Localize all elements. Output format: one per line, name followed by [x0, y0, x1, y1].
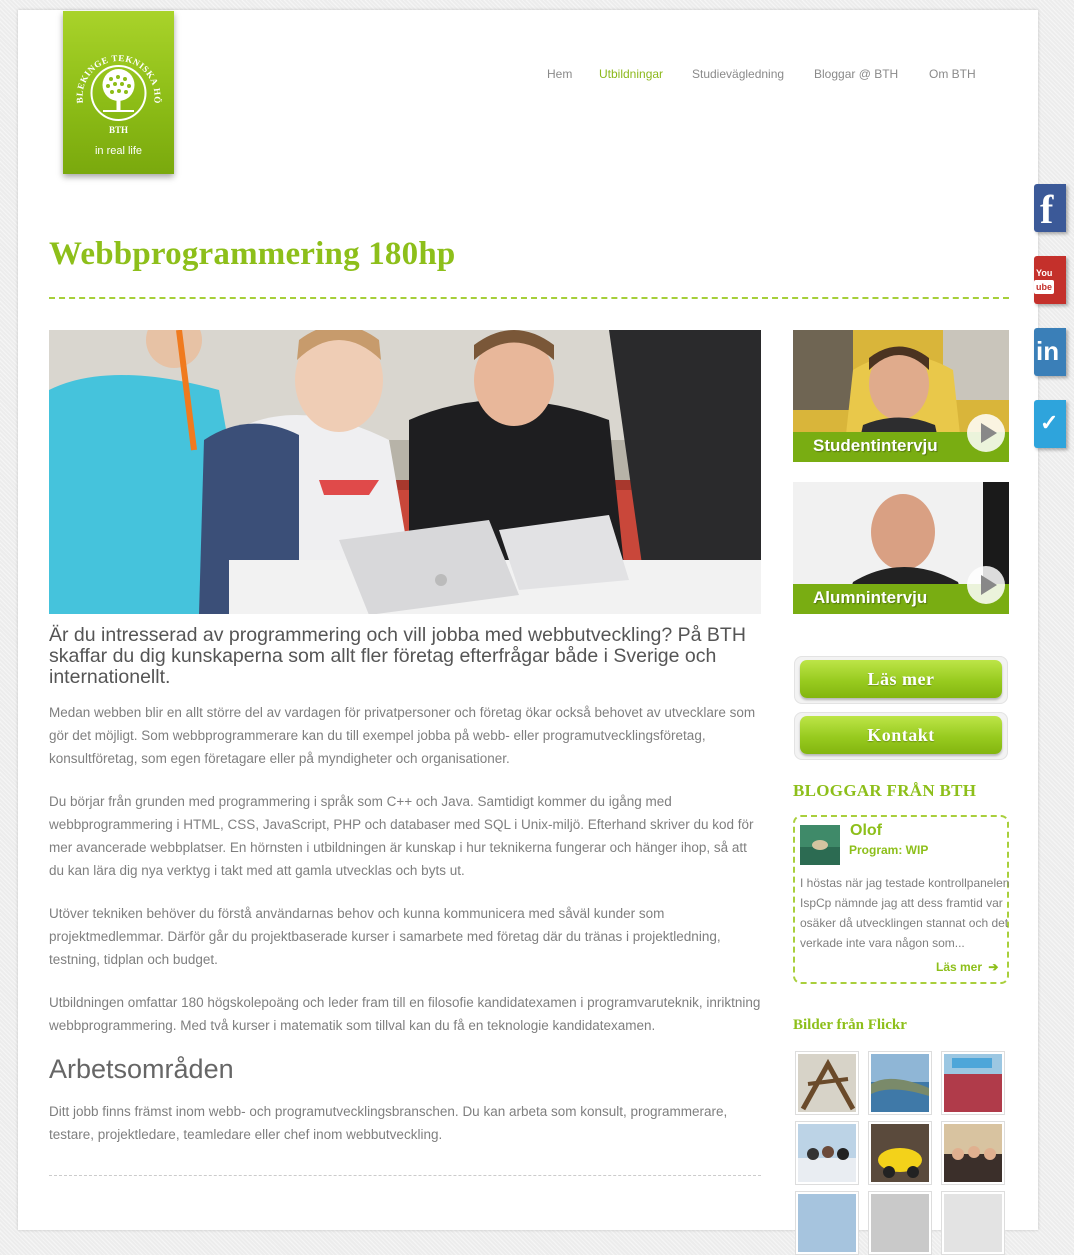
nav-bloggar[interactable]: Bloggar @ BTH	[814, 67, 898, 81]
flickr-photo[interactable]	[941, 1051, 1005, 1115]
body-paragraph-3: Utöver tekniken behöver du förstå använd…	[49, 906, 721, 967]
nav-utbildningar[interactable]: Utbildningar	[599, 67, 663, 81]
youtube-icon[interactable]: ube You	[1034, 256, 1066, 304]
flickr-photo[interactable]	[941, 1191, 1005, 1255]
section-paragraph: Ditt jobb finns främst inom webb- och pr…	[49, 1104, 728, 1142]
play-icon[interactable]	[967, 566, 1005, 604]
play-icon[interactable]	[967, 414, 1005, 452]
svg-text:BTH: BTH	[109, 125, 128, 135]
blogs-heading: BLOGGAR FRÅN BTH	[793, 781, 977, 800]
blog-excerpt: I höstas när jag testade kontrollpanelen…	[800, 876, 1010, 950]
contact-button[interactable]: Kontakt	[800, 716, 1002, 754]
blog-read-more-link[interactable]: Läs mer ➔	[936, 960, 998, 974]
body-paragraph-1: Medan webben blir en allt större del av …	[49, 705, 756, 766]
logo-tagline: in real life	[94, 145, 143, 157]
flickr-heading: Bilder från Flickr	[793, 1017, 907, 1033]
lead-paragraph: Är du intresserad av programmering och v…	[49, 624, 746, 688]
bottom-divider	[49, 1175, 761, 1176]
flickr-photo[interactable]	[868, 1191, 932, 1255]
nav-om-bth[interactable]: Om BTH	[929, 67, 976, 81]
blog-avatar	[800, 825, 840, 865]
arrow-right-icon: ➔	[988, 960, 999, 974]
linkedin-icon[interactable]: in	[1034, 328, 1066, 376]
flickr-photo[interactable]	[941, 1121, 1005, 1185]
flickr-photo[interactable]	[868, 1051, 932, 1115]
section-heading: Arbetsområden	[49, 1054, 234, 1084]
twitter-icon[interactable]: ✓	[1034, 400, 1066, 448]
alumni-interview-video[interactable]: Alumnintervju	[793, 482, 1009, 614]
title-divider	[49, 297, 1009, 299]
page-container	[18, 10, 1038, 1230]
tree-seal-icon: BLEKINGE TEKNISKA HÖGSKOLA BTH	[63, 11, 162, 135]
nav-hem[interactable]: Hem	[547, 67, 572, 81]
flickr-photo[interactable]	[795, 1191, 859, 1255]
facebook-icon[interactable]: f	[1034, 184, 1066, 232]
alumni-interview-label: Alumnintervju	[813, 588, 928, 607]
page-title: Webbprogrammering 180hp	[49, 236, 456, 272]
student-interview-label: Studentintervju	[813, 436, 938, 455]
blog-program: Program: WIP	[849, 843, 929, 857]
read-more-button[interactable]: Läs mer	[800, 660, 1002, 698]
flickr-photo[interactable]	[868, 1121, 932, 1185]
flickr-photo[interactable]	[795, 1121, 859, 1185]
body-paragraph-4: Utbildningen omfattar 180 högskolepoäng …	[49, 995, 761, 1033]
blog-author[interactable]: Olof	[850, 822, 882, 840]
student-interview-video[interactable]: Studentintervju	[793, 330, 1009, 462]
blog-card: Olof Program: WIP I höstas när jag testa…	[793, 815, 1009, 984]
hero-image	[49, 330, 761, 614]
bth-logo[interactable]: BLEKINGE TEKNISKA HÖGSKOLA BTH in real l…	[63, 11, 174, 174]
body-paragraph-2: Du börjar från grunden med programmering…	[49, 794, 754, 878]
flickr-photo[interactable]	[795, 1051, 859, 1115]
nav-studievagledning[interactable]: Studievägledning	[692, 67, 784, 81]
